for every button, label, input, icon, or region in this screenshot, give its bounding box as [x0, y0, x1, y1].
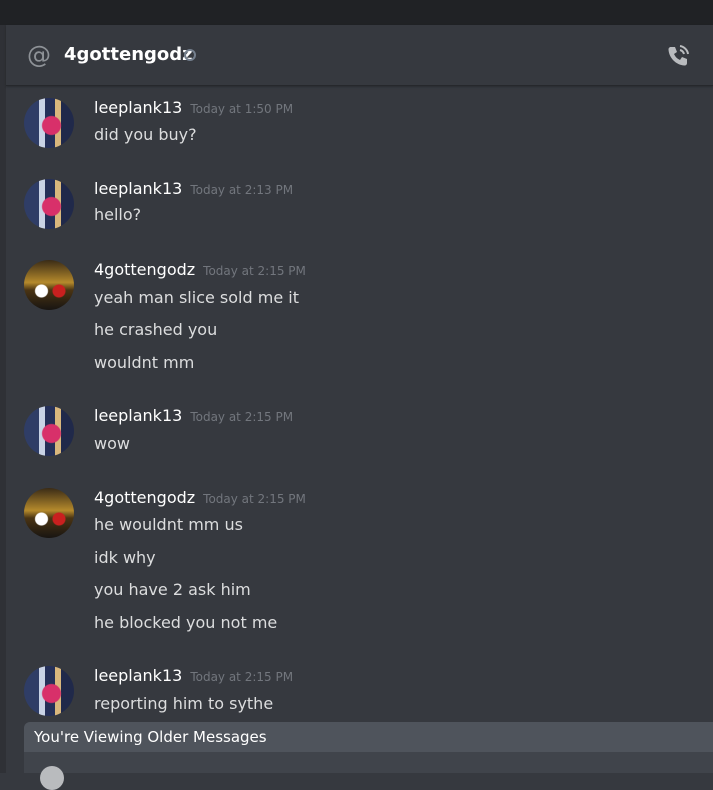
message-text: he crashed you [94, 320, 218, 339]
message-timestamp: Today at 1:50 PM [190, 102, 294, 116]
avatar[interactable] [24, 260, 74, 310]
message-text: you have 2 ask him [94, 580, 251, 599]
message-text: wouldnt mm [94, 353, 195, 372]
message-text: yeah man slice sold me it [94, 288, 299, 307]
message-author[interactable]: 4gottengodz Today at 2:15 PM [94, 260, 306, 281]
message-timestamp: Today at 2:15 PM [190, 410, 294, 424]
avatar[interactable] [24, 488, 74, 538]
avatar[interactable] [24, 98, 74, 148]
avatar[interactable] [24, 179, 74, 229]
message-text: wow [94, 434, 130, 453]
message-author[interactable]: 4gottengodz Today at 2:15 PM [94, 488, 306, 509]
message-list[interactable]: leeplank13 Today at 1:50 PM did you buy? … [6, 86, 713, 722]
call-icon[interactable] [664, 42, 692, 70]
message-author[interactable]: leeplank13 Today at 1:50 PM [94, 98, 293, 119]
message-timestamp: Today at 2:15 PM [203, 264, 306, 278]
message-timestamp: Today at 2:13 PM [190, 183, 294, 197]
avatar[interactable] [24, 666, 74, 716]
window-top-strip [0, 0, 713, 25]
message-author[interactable]: leeplank13 Today at 2:15 PM [94, 406, 293, 427]
at-icon: @ [27, 41, 51, 69]
message-author[interactable]: leeplank13 Today at 2:13 PM [94, 179, 293, 200]
status-dot-icon [184, 49, 196, 61]
dm-header: @ 4gottengodz [6, 25, 713, 86]
message-text: he blocked you not me [94, 613, 278, 632]
message-author[interactable]: leeplank13 Today at 2:15 PM [94, 666, 293, 687]
message-timestamp: Today at 2:15 PM [190, 670, 294, 684]
message-text: reporting him to sythe [94, 694, 274, 713]
message-text: idk why [94, 548, 156, 567]
message-timestamp: Today at 2:15 PM [203, 492, 306, 506]
message-text: hello? [94, 205, 142, 224]
message-text: he wouldnt mm us [94, 515, 243, 534]
message-text: did you buy? [94, 125, 197, 144]
message-composer[interactable] [24, 752, 713, 790]
older-messages-label: You're Viewing Older Messages [34, 728, 267, 746]
dm-username[interactable]: 4gottengodz [64, 43, 193, 67]
older-messages-bar[interactable]: You're Viewing Older Messages [24, 722, 713, 752]
add-attachment-icon[interactable] [40, 766, 64, 790]
avatar[interactable] [24, 406, 74, 456]
